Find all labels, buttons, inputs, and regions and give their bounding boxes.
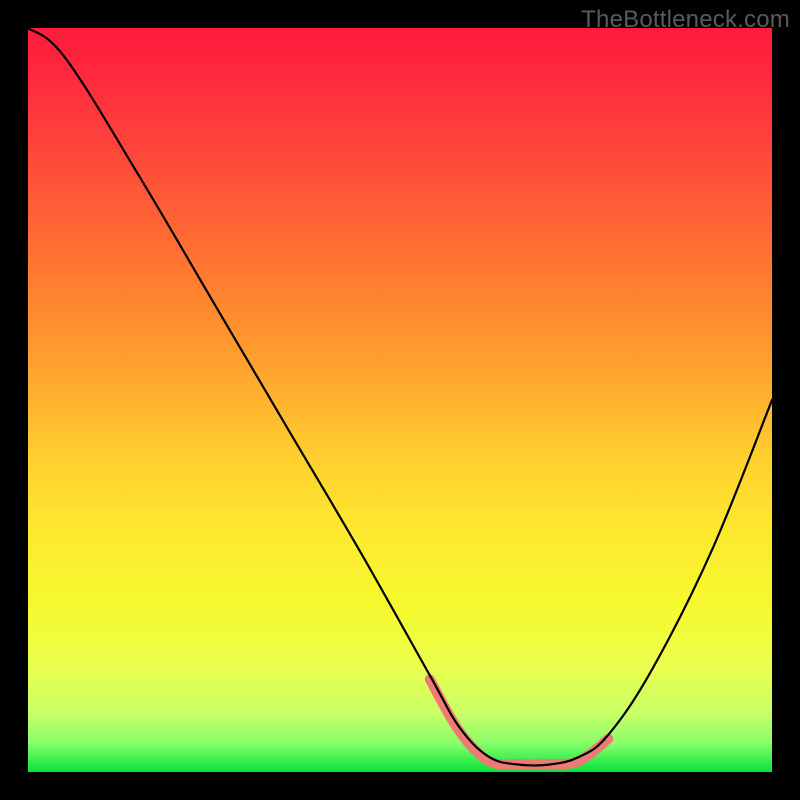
watermark-text: TheBottleneck.com bbox=[581, 6, 790, 34]
curve-layer bbox=[28, 28, 772, 772]
plot-area bbox=[28, 28, 772, 772]
chart-frame: TheBottleneck.com bbox=[0, 0, 800, 800]
bottleneck-curve bbox=[28, 28, 772, 766]
